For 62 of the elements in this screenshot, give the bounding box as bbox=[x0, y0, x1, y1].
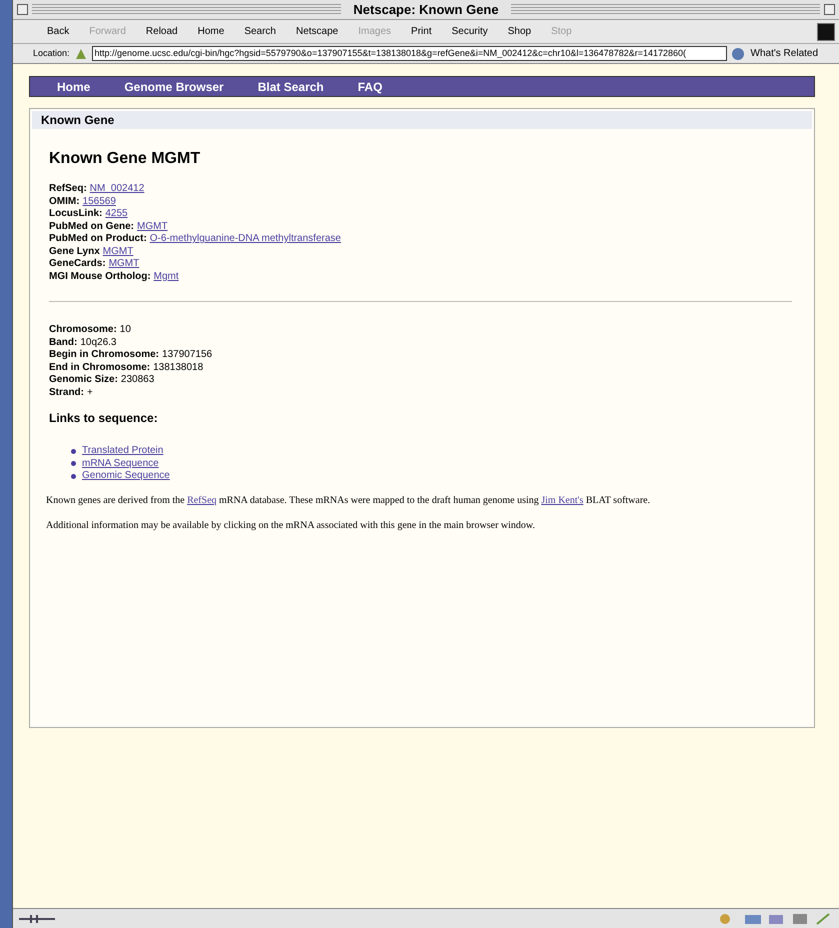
field-label: RefSeq: bbox=[49, 183, 87, 196]
page-title: Known Gene MGMT bbox=[49, 149, 202, 169]
field-label: LocusLink: bbox=[49, 208, 102, 220]
toolbar-button[interactable]: Home bbox=[198, 24, 224, 39]
field-label: OMIM: bbox=[49, 196, 80, 208]
field-link[interactable]: O-6-methylguanine-DNA methyltransferase bbox=[150, 233, 341, 246]
field-link[interactable]: NM_002412 bbox=[90, 183, 144, 196]
field-label: Begin in Chromosome: bbox=[49, 349, 160, 362]
section-heading: Links to sequence: bbox=[49, 410, 159, 427]
field-label: PubMed on Gene: bbox=[49, 220, 134, 233]
close-box-icon[interactable] bbox=[17, 4, 28, 15]
toolbar-button[interactable]: Netscape bbox=[296, 24, 338, 39]
info-paragraph: Known genes are derived from the RefSeq mRNA database. These mRNAs were mapped to the draft human genome using Jim Kent's BLAT software. bbox=[46, 494, 652, 508]
field-value: 230863 bbox=[120, 374, 154, 386]
toolbar-button[interactable]: Back bbox=[47, 24, 70, 39]
nav-link[interactable]: Genome Browser bbox=[124, 78, 224, 96]
field-value: 137907156 bbox=[162, 349, 212, 362]
field-link[interactable]: MGMT bbox=[108, 258, 140, 270]
location-label: Location: bbox=[33, 46, 70, 60]
connection-icon bbox=[17, 912, 57, 924]
field-label: Gene Lynx bbox=[49, 246, 100, 258]
field-link[interactable]: 156569 bbox=[82, 196, 116, 208]
toolbar-button[interactable]: Reload bbox=[146, 24, 178, 39]
field-value: + bbox=[87, 386, 93, 399]
globe-icon[interactable] bbox=[730, 46, 747, 60]
sequence-link[interactable]: Genomic Sequence bbox=[82, 470, 170, 482]
text-link[interactable]: RefSeq bbox=[187, 494, 217, 506]
field-value: 10 bbox=[120, 324, 131, 336]
field-link[interactable]: 4255 bbox=[105, 208, 128, 220]
field-value: 10q26.3 bbox=[80, 336, 116, 349]
whats-related-button[interactable]: What's Related bbox=[750, 46, 818, 61]
field-label: GeneCards: bbox=[49, 258, 106, 270]
field-value: 138138018 bbox=[153, 362, 204, 374]
nav-link[interactable]: Blat Search bbox=[258, 78, 324, 96]
toolbar-button[interactable]: Shop bbox=[508, 24, 532, 39]
field-link[interactable]: MGMT bbox=[137, 220, 168, 233]
field-label: Strand: bbox=[49, 386, 84, 399]
toolbar-button[interactable]: Search bbox=[244, 24, 276, 39]
field-label: End in Chromosome: bbox=[49, 362, 150, 374]
sequence-link[interactable]: Translated Protein bbox=[82, 445, 164, 458]
field-label: MGI Mouse Ortholog: bbox=[49, 270, 151, 283]
field-label: PubMed on Product: bbox=[49, 233, 147, 246]
url-field[interactable]: http://genome.ucsc.edu/cgi-bin/hgc?hgsid=5579790&o=137907155&t=138138018&g=refGene&i=NM_002412&c=chr10&l=136478782&r=14172860( bbox=[92, 46, 727, 61]
field-label: Chromosome: bbox=[49, 324, 117, 336]
sequence-link[interactable]: mRNA Sequence bbox=[82, 458, 159, 470]
field-link[interactable]: MGMT bbox=[102, 246, 134, 258]
bookmark-icon[interactable] bbox=[74, 46, 88, 60]
text-link[interactable]: Jim Kent's bbox=[541, 494, 584, 506]
info-paragraph: Additional information may be available by clicking on the mRNA associated with this gene in the main browser window. bbox=[46, 518, 536, 532]
nav-link[interactable]: FAQ bbox=[358, 78, 382, 96]
toolbar-button[interactable]: Security bbox=[452, 24, 488, 39]
zoom-box-icon[interactable] bbox=[824, 4, 836, 15]
field-label: Band: bbox=[49, 336, 78, 349]
bullet-icon bbox=[71, 461, 76, 466]
nav-link[interactable]: Home bbox=[57, 78, 90, 96]
field-link[interactable]: Mgmt bbox=[154, 270, 179, 283]
toolbar-button[interactable]: Print bbox=[411, 24, 432, 39]
bullet-icon bbox=[71, 448, 76, 454]
field-label: Genomic Size: bbox=[49, 374, 118, 386]
bullet-icon bbox=[71, 474, 76, 479]
window-title: Netscape: Known Gene bbox=[352, 0, 500, 19]
card-header-title: Known Gene bbox=[41, 112, 114, 129]
